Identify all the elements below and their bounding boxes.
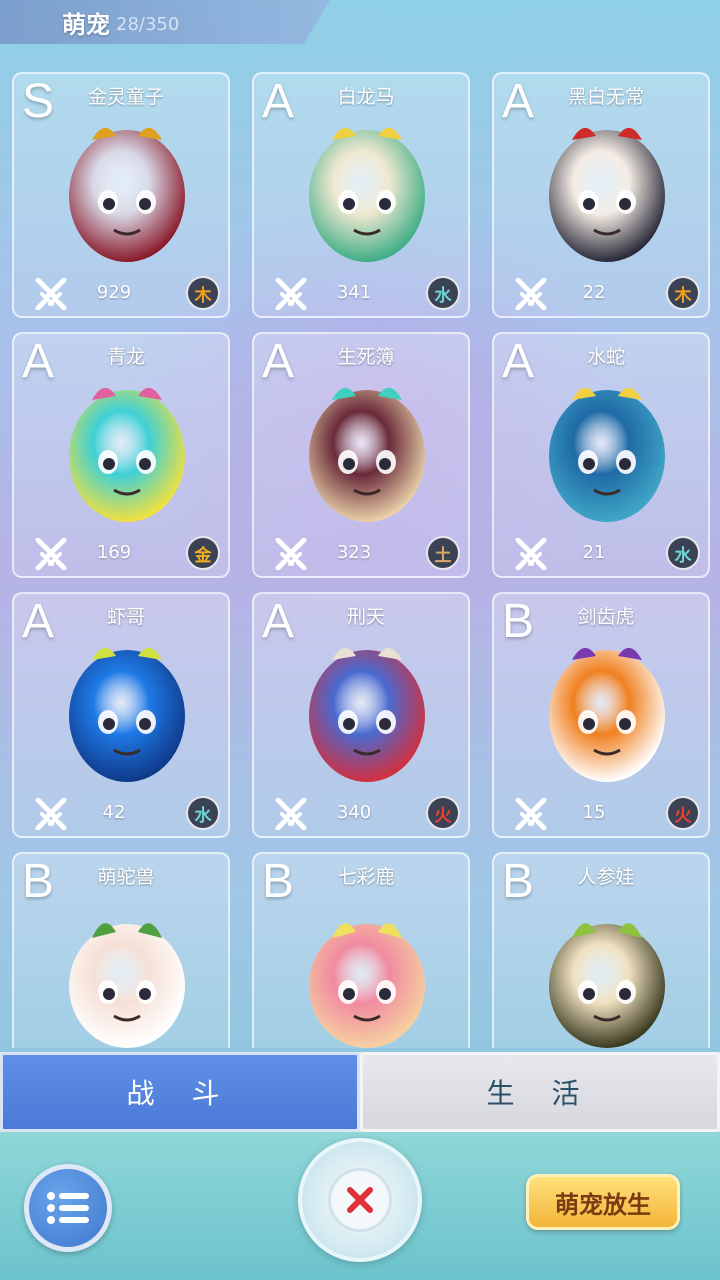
pet-card[interactable]: A 白龙马 341 水 [252,72,470,318]
pet-name: 生死簿 [337,346,395,368]
book-of-life-death-icon [302,378,432,530]
pet-stats: 340 火 [254,794,468,834]
pet-power: 929 [96,282,132,303]
crossed-swords-icon [274,277,308,311]
menu-button[interactable] [24,1164,112,1252]
element-badge: 火 [426,796,460,830]
xingtian-icon [302,638,432,790]
pet-card[interactable]: A 刑天 340 火 [252,592,470,838]
element-badge: 木 [666,276,700,310]
release-pet-button[interactable]: 萌宠放生 [526,1174,680,1230]
pet-power: 21 [582,542,606,563]
ginseng-baby-icon [542,898,672,1048]
pet-stats: 929 木 [14,274,228,314]
list-icon [47,1192,89,1224]
pet-card[interactable]: A 青龙 169 金 [12,332,230,578]
crossed-swords-icon [514,537,548,571]
element-badge: 木 [186,276,220,310]
pet-name: 金灵童子 [87,86,164,108]
tab-life[interactable]: 生 活 [360,1052,720,1132]
pet-card[interactable]: B 人参娃 [492,852,710,1048]
element-badge: 金 [186,536,220,570]
close-button[interactable] [298,1138,422,1262]
crossed-swords-icon [514,797,548,831]
pet-power: 323 [336,542,372,563]
pet-name: 刑天 [346,606,385,628]
crossed-swords-icon [274,797,308,831]
pet-grade: A [262,335,295,388]
pet-grade: B [22,855,55,908]
pet-card[interactable]: A 黑白无常 22 木 [492,72,710,318]
pet-grade: S [22,75,55,128]
pet-power: 15 [582,802,606,823]
pet-grade: B [502,595,535,648]
pet-card[interactable]: S 金灵童子 929 木 [12,72,230,318]
pet-grade: A [502,335,535,388]
pet-power: 22 [582,282,606,303]
element-badge: 水 [426,276,460,310]
rainbow-deer-icon [302,898,432,1048]
tab-battle[interactable]: 战 斗 [0,1052,360,1132]
pet-grid: S 金灵童子 929 木 A 白龙马 341 水 A 黑白无常 22 木 A 青… [12,72,710,1048]
sabertooth-tiger-icon [542,638,672,790]
crossed-swords-icon [514,277,548,311]
pet-card[interactable]: A 水蛇 21 水 [492,332,710,578]
bottom-bar: 萌宠放生 [0,1132,720,1280]
category-tabs: 战 斗 生 活 [0,1052,720,1132]
pet-stats: 169 金 [14,534,228,574]
pet-name: 人参娃 [577,866,635,888]
pet-name: 青龙 [106,346,145,368]
pet-card[interactable]: B 剑齿虎 15 火 [492,592,710,838]
black-white-impermanence-icon [542,118,672,270]
pet-name: 七彩鹿 [337,866,395,888]
pet-name: 萌驼兽 [97,866,155,888]
pet-name: 剑齿虎 [577,606,635,628]
pet-card[interactable]: A 虾哥 42 水 [12,592,230,838]
azure-dragon-icon [62,378,192,530]
crossed-swords-icon [34,277,68,311]
pet-card[interactable]: B 七彩鹿 [252,852,470,1048]
golden-spirit-child-icon [62,118,192,270]
pet-stats: 21 水 [494,534,708,574]
page-title: 萌宠 [62,10,110,39]
pet-name: 水蛇 [586,346,625,368]
pet-card[interactable]: B 萌驼兽 [12,852,230,1048]
pet-grade: A [262,75,295,128]
water-snake-icon [542,378,672,530]
pet-stats: 42 水 [14,794,228,834]
pet-power: 169 [96,542,132,563]
pet-stats: 323 土 [254,534,468,574]
element-badge: 水 [666,536,700,570]
crossed-swords-icon [34,797,68,831]
cute-camel-icon [62,898,192,1048]
pet-power: 42 [102,802,126,823]
pet-name: 虾哥 [106,606,145,628]
close-button-inner [328,1168,392,1232]
pet-grade: B [502,855,535,908]
element-badge: 水 [186,796,220,830]
pet-stats: 15 火 [494,794,708,834]
shrimp-bro-icon [62,638,192,790]
pet-grade: A [502,75,535,128]
pet-stats: 22 木 [494,274,708,314]
white-dragon-horse-icon [302,118,432,270]
pet-name: 黑白无常 [567,86,644,108]
close-icon [347,1187,373,1213]
pet-grade: B [262,855,295,908]
pet-power: 341 [336,282,372,303]
pet-power: 340 [336,802,372,823]
pet-card[interactable]: A 生死簿 323 土 [252,332,470,578]
pet-grade: A [22,335,55,388]
element-badge: 土 [426,536,460,570]
crossed-swords-icon [274,537,308,571]
pet-stats: 341 水 [254,274,468,314]
pet-grade: A [262,595,295,648]
element-badge: 火 [666,796,700,830]
crossed-swords-icon [34,537,68,571]
pet-grade: A [22,595,55,648]
pet-count: 28/350 [116,13,180,35]
page-header: 萌宠 28/350 [0,0,330,44]
pet-name: 白龙马 [337,86,395,108]
